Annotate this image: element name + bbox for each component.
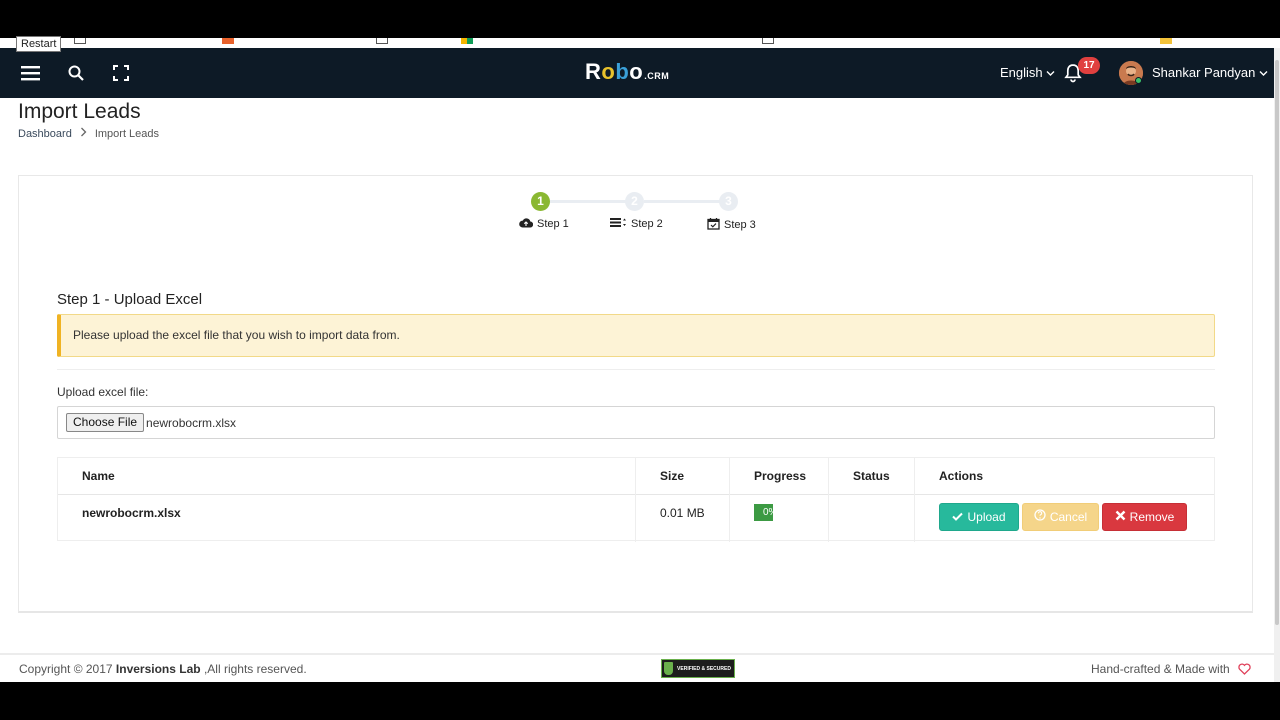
column-divider — [729, 458, 730, 542]
column-divider — [914, 458, 915, 542]
choose-file-button[interactable]: Choose File — [66, 413, 145, 432]
page-footer: Copyright © 2017 Inversions Lab ,All rig… — [0, 653, 1274, 682]
upload-info-alert: Please upload the excel file that you wi… — [57, 314, 1215, 357]
step-3-indicator[interactable]: 3 — [719, 192, 738, 211]
footer-credit: Hand-crafted & Made with — [1091, 662, 1230, 676]
step-1-label[interactable]: Step 1 — [519, 217, 569, 231]
page-scrollbar-thumb[interactable] — [1275, 60, 1279, 625]
top-navbar: Robo.CRM English 17 Shankar Pandyan — [0, 48, 1274, 98]
excel-file-input[interactable]: Choose File newrobocrm.xlsx — [57, 406, 1215, 439]
upload-progress-bar: 0% — [754, 504, 773, 521]
notification-count-badge: 17 — [1078, 57, 1100, 74]
bookmark-icon[interactable] — [222, 38, 234, 44]
list-sort-icon — [610, 217, 627, 231]
company-name: Inversions Lab — [115, 662, 201, 676]
cloud-upload-icon — [519, 217, 534, 231]
upload-button[interactable]: Upload — [939, 503, 1019, 531]
step-2-label[interactable]: Step 2 — [610, 217, 663, 231]
cancel-button-label: Cancel — [1049, 510, 1088, 524]
breadcrumb-dashboard-link[interactable]: Dashboard — [18, 128, 72, 140]
security-seal[interactable]: VERIFIED & SECURED — [661, 659, 735, 678]
footer-copyright: Copyright © 2017 Inversions Lab ,All rig… — [19, 662, 307, 676]
bookmark-icon[interactable] — [74, 38, 86, 44]
heart-icon — [1238, 663, 1251, 675]
chevron-down-icon — [1259, 65, 1268, 80]
file-size-cell: 0.01 MB — [660, 506, 705, 520]
logo-text: Robo — [585, 59, 644, 84]
close-icon — [1115, 503, 1126, 531]
hamburger-menu-icon[interactable] — [19, 61, 43, 85]
step-3-text: Step 3 — [724, 219, 756, 231]
search-icon[interactable] — [64, 61, 88, 85]
step-2-indicator[interactable]: 2 — [625, 192, 644, 211]
section-title: Step 1 - Upload Excel — [57, 291, 203, 308]
fullscreen-icon[interactable] — [109, 61, 133, 85]
chevron-right-icon — [80, 127, 87, 140]
copyright-prefix: Copyright © 2017 — [19, 662, 113, 676]
chevron-down-icon — [1046, 65, 1055, 80]
page-title: Import Leads — [18, 100, 141, 123]
table-header-divider — [58, 494, 1214, 495]
breadcrumb-current: Import Leads — [94, 127, 160, 140]
column-header-name: Name — [82, 469, 115, 483]
bookmark-icon[interactable] — [1160, 38, 1172, 44]
column-header-progress: Progress — [754, 469, 807, 483]
column-divider — [635, 458, 636, 542]
logo-suffix: .CRM — [644, 71, 670, 81]
shield-icon — [664, 662, 673, 675]
column-header-size: Size — [660, 469, 685, 483]
screen: Restart Robo.CRM English 17 Shankar Pand… — [0, 0, 1280, 720]
cancel-button[interactable]: Cancel — [1022, 503, 1099, 531]
bookmark-icon[interactable] — [461, 38, 473, 44]
calendar-check-icon — [707, 217, 720, 233]
copyright-suffix: ,All rights reserved. — [203, 662, 307, 676]
main-content: Import Leads Dashboard Import Leads 1 2 … — [0, 98, 1274, 682]
upload-queue-table: Name Size Progress Status Actions newrob… — [57, 457, 1215, 542]
user-name-label: Shankar Pandyan — [1152, 65, 1256, 80]
robo-crm-logo[interactable]: Robo.CRM — [585, 59, 669, 87]
remove-button-label: Remove — [1129, 510, 1175, 524]
column-header-actions: Actions — [939, 469, 984, 483]
user-menu[interactable]: Shankar Pandyan — [1152, 65, 1268, 80]
step-1-text: Step 1 — [537, 218, 569, 230]
language-label: English — [1000, 65, 1043, 80]
breadcrumb: Dashboard Import Leads — [18, 127, 159, 140]
selected-file-name: newrobocrm.xlsx — [146, 415, 237, 430]
upload-button-label: Upload — [967, 510, 1006, 524]
language-selector[interactable]: English — [1000, 65, 1055, 80]
remove-button[interactable]: Remove — [1102, 503, 1187, 531]
bookmark-icon[interactable] — [376, 38, 388, 44]
restart-tooltip: Restart — [16, 36, 62, 52]
import-stepper: 1 2 3 Step 1 Step 2 Step 3 — [19, 176, 1252, 246]
upload-field-label: Upload excel file: — [57, 385, 149, 399]
import-card: 1 2 3 Step 1 Step 2 Step 3 Step 1 - Uplo… — [18, 175, 1253, 613]
divider — [57, 369, 1215, 370]
step-3-label[interactable]: Step 3 — [707, 217, 756, 233]
step-1-indicator[interactable]: 1 — [531, 192, 550, 211]
bookmark-icon[interactable] — [762, 38, 774, 44]
browser-bookmark-strip — [0, 38, 1280, 48]
file-name-cell: newrobocrm.xlsx — [82, 506, 181, 520]
seal-text: VERIFIED & SECURED — [677, 666, 731, 672]
step-2-text: Step 2 — [631, 218, 663, 230]
column-divider — [828, 458, 829, 542]
column-header-status: Status — [853, 469, 890, 483]
online-status-dot — [1135, 77, 1142, 84]
cancel-circle-icon — [1034, 503, 1046, 531]
checkmark-icon — [952, 503, 964, 531]
